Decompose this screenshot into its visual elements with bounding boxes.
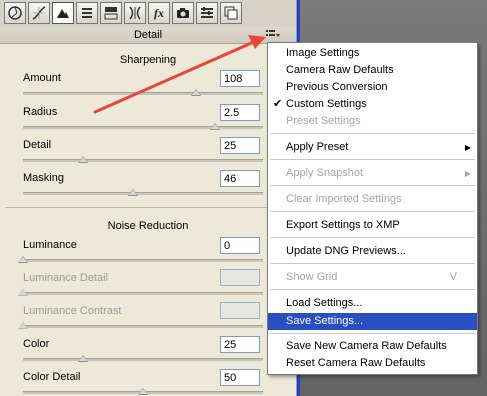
camera-icon[interactable] — [172, 2, 194, 24]
sharpening-title: Sharpening — [119, 54, 177, 66]
color-detail-label: Color Detail — [23, 371, 81, 383]
menu-item-export-settings-to-xmp[interactable]: Export Settings to XMP — [268, 217, 477, 234]
luminance-slider-track[interactable] — [23, 259, 263, 262]
luminance-detail-slider-track — [23, 292, 263, 295]
menu-item-save-new-camera-raw-defaults[interactable]: Save New Camera Raw Defaults — [268, 338, 477, 355]
shortcut-key: V — [449, 271, 457, 283]
lens-icon[interactable] — [124, 2, 146, 24]
color-label: Color — [23, 338, 50, 350]
luminance-detail-slider-thumb — [18, 289, 28, 296]
color-slider-thumb[interactable] — [78, 355, 88, 362]
detail-panel: fx Detail Sharpening Amount 108 Radius 2… — [0, 0, 297, 396]
luminance-contrast-slider-track — [23, 325, 263, 328]
amount-slider-thumb[interactable] — [191, 89, 201, 96]
luminance-contrast-slider-thumb — [18, 322, 28, 329]
detail-slider-track[interactable] — [23, 159, 263, 162]
settings-menu: Image Settings Camera Raw Defaults Previ… — [267, 42, 478, 375]
luminance-contrast-field — [220, 302, 260, 319]
masking-field[interactable]: 46 — [220, 170, 260, 187]
amount-slider-track[interactable] — [23, 92, 263, 95]
luminance-contrast-label: Luminance Contrast — [23, 305, 122, 317]
checkmark-icon: ✔ — [273, 98, 283, 110]
detail-label: Detail — [23, 139, 52, 151]
luminance-slider-thumb[interactable] — [18, 256, 28, 263]
menu-separator — [270, 263, 475, 264]
menu-item-apply-preset[interactable]: Apply Preset ▶ — [268, 139, 477, 156]
detail-slider-thumb[interactable] — [78, 156, 88, 163]
panel-tabs-toolbar: fx — [0, 0, 296, 28]
menu-item-custom-settings[interactable]: ✔ Custom Settings — [268, 96, 477, 113]
masking-slider-thumb[interactable] — [128, 189, 138, 196]
menu-item-load-settings[interactable]: Load Settings... — [268, 295, 477, 312]
menu-separator — [270, 289, 475, 290]
panel-header: Detail — [0, 27, 296, 44]
amount-field[interactable]: 108 — [220, 70, 260, 87]
menu-item-show-grid: Show Grid V — [268, 269, 477, 286]
luminance-detail-field — [220, 269, 260, 286]
menu-item-previous-conversion[interactable]: Previous Conversion — [268, 79, 477, 96]
luminance-detail-label: Luminance Detail — [23, 272, 108, 284]
detail-field[interactable]: 25 — [220, 137, 260, 154]
radius-slider-track[interactable] — [23, 126, 263, 129]
menu-item-reset-camera-raw-defaults[interactable]: Reset Camera Raw Defaults — [268, 355, 477, 372]
menu-item-clear-imported-settings: Clear Imported Settings — [286, 193, 402, 205]
mountain-icon[interactable] — [52, 2, 74, 24]
menu-item-preset-settings: Preset Settings — [286, 115, 361, 127]
color-detail-field[interactable]: 50 — [220, 369, 260, 386]
menu-item-update-dng-previews[interactable]: Update DNG Previews... — [268, 243, 477, 260]
radius-slider-thumb[interactable] — [210, 123, 220, 130]
noise-reduction-title: Noise Reduction — [107, 220, 189, 232]
aperture-icon[interactable] — [4, 2, 26, 24]
snapshots-icon[interactable] — [220, 2, 242, 24]
color-slider-track[interactable] — [23, 358, 263, 361]
menu-separator — [270, 211, 475, 212]
radius-label: Radius — [23, 106, 58, 118]
masking-label: Masking — [23, 172, 64, 184]
fx-icon[interactable]: fx — [148, 2, 170, 24]
hsl-icon[interactable] — [76, 2, 98, 24]
panel-menu-icon[interactable] — [266, 29, 280, 40]
menu-item-camera-raw-defaults[interactable]: Camera Raw Defaults — [268, 62, 477, 79]
color-detail-slider-thumb[interactable] — [138, 388, 148, 395]
menu-item-save-settings[interactable]: Save Settings... — [268, 313, 477, 330]
luminance-label: Luminance — [23, 239, 77, 251]
menu-separator — [270, 185, 475, 186]
split-tone-icon[interactable] — [100, 2, 122, 24]
presets-icon[interactable] — [196, 2, 218, 24]
menu-separator — [270, 333, 475, 334]
section-divider — [5, 207, 291, 208]
menu-separator — [270, 159, 475, 160]
curve-icon[interactable] — [28, 2, 50, 24]
panel-title: Detail — [133, 29, 163, 41]
masking-slider-track[interactable] — [23, 192, 263, 195]
radius-field[interactable]: 2.5 — [220, 104, 260, 121]
submenu-arrow-icon: ▶ — [464, 143, 471, 152]
submenu-arrow-icon: ▶ — [464, 169, 471, 178]
amount-label: Amount — [23, 72, 61, 84]
menu-item-apply-snapshot: Apply Snapshot ▶ — [268, 165, 477, 182]
menu-separator — [270, 237, 475, 238]
luminance-field[interactable]: 0 — [220, 237, 260, 254]
menu-separator — [270, 133, 475, 134]
color-field[interactable]: 25 — [220, 336, 260, 353]
menu-item-image-settings[interactable]: Image Settings — [268, 45, 477, 62]
